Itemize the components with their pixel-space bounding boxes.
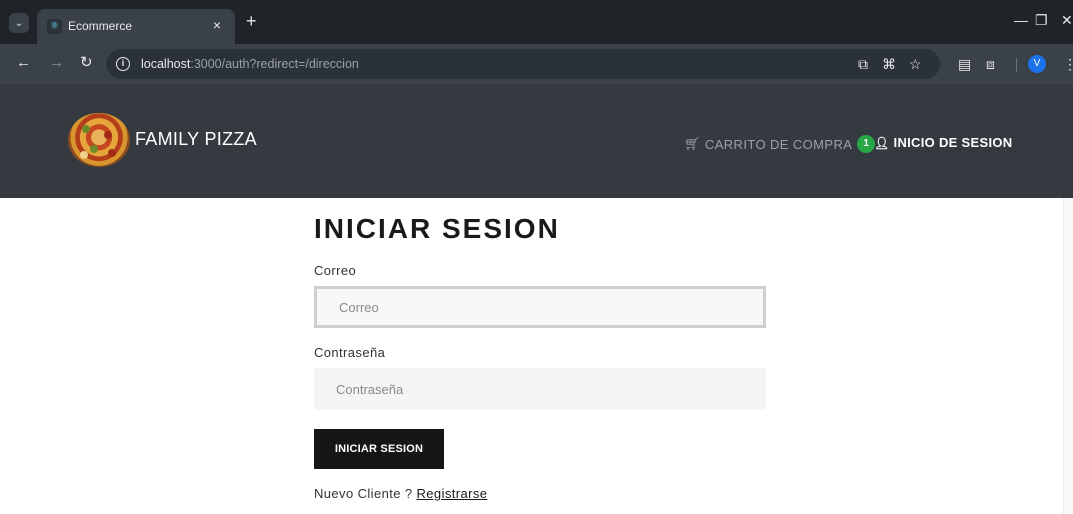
bookmark-star-icon[interactable]: ☆: [909, 56, 922, 73]
tab-search-icon[interactable]: ⌄: [9, 13, 29, 33]
new-tab-button[interactable]: +: [246, 12, 257, 30]
browser-tabstrip: ⌄ ⚛ Ecommerce × + — ❐ ✕: [0, 0, 1073, 44]
page-scrollbar[interactable]: [1063, 198, 1073, 514]
nav-login-link[interactable]: 👤︎ INICIO DE SESION: [874, 135, 1012, 150]
reload-icon[interactable]: ↻: [80, 54, 93, 72]
register-link[interactable]: Registrarse: [417, 486, 488, 501]
pizza-logo[interactable]: [68, 113, 130, 167]
tab-close-icon[interactable]: ×: [213, 17, 221, 33]
close-window-icon[interactable]: ✕: [1061, 12, 1073, 29]
shopping-cart-icon: 🛒︎: [684, 136, 701, 151]
brand-name[interactable]: FAMILY PIZZA: [135, 129, 257, 150]
url-text[interactable]: localhost:3000/auth?redirect=/direccion: [141, 57, 359, 71]
register-line: Nuevo Cliente ? Registrarse: [314, 486, 487, 501]
extension-icon[interactable]: ▤: [958, 56, 971, 73]
forward-arrow-icon[interactable]: →: [49, 54, 64, 72]
user-icon: 👤︎: [874, 135, 890, 150]
extensions-puzzle-icon[interactable]: ⧈: [986, 56, 995, 73]
url-path: :3000/auth?redirect=/direccion: [190, 57, 359, 71]
tab-title: Ecommerce: [68, 19, 133, 33]
cart-count-badge: 1: [857, 135, 876, 153]
browser-toolbar: ← → ↻ i localhost:3000/auth?redirect=/di…: [0, 44, 1073, 84]
email-field[interactable]: [314, 286, 766, 328]
password-field[interactable]: [314, 368, 766, 410]
browser-tab[interactable]: ⚛ Ecommerce ×: [37, 9, 235, 44]
login-label: INICIO DE SESION: [893, 135, 1013, 150]
login-submit-button[interactable]: INICIAR SESION: [314, 429, 444, 469]
page-title: INICIAR SESION: [314, 213, 560, 244]
install-app-icon[interactable]: ⧉: [858, 56, 868, 73]
menu-kebab-icon[interactable]: ⋮: [1063, 56, 1073, 73]
back-arrow-icon[interactable]: ←: [16, 54, 31, 72]
translate-icon[interactable]: ⌘: [882, 56, 896, 73]
password-label: Contraseña: [314, 345, 386, 360]
minimize-icon[interactable]: —: [1014, 12, 1028, 28]
site-navbar: FAMILY PIZZA 🛒︎ CARRITO DE COMPRA 1 👤︎ I…: [0, 84, 1073, 198]
toolbar-separator: [1016, 58, 1017, 72]
email-label: Correo: [314, 263, 357, 278]
cart-label: CARRITO DE COMPRA: [704, 136, 853, 152]
react-favicon-icon: ⚛: [47, 19, 62, 34]
address-bar[interactable]: i localhost:3000/auth?redirect=/direccio…: [106, 49, 940, 79]
url-host: localhost: [141, 57, 191, 71]
new-customer-text: Nuevo Cliente ?: [314, 486, 413, 501]
profile-avatar[interactable]: V: [1028, 55, 1046, 73]
nav-cart-link[interactable]: 🛒︎ CARRITO DE COMPRA 1: [684, 135, 876, 153]
site-info-icon[interactable]: i: [116, 57, 130, 71]
restore-icon[interactable]: ❐: [1035, 12, 1048, 29]
